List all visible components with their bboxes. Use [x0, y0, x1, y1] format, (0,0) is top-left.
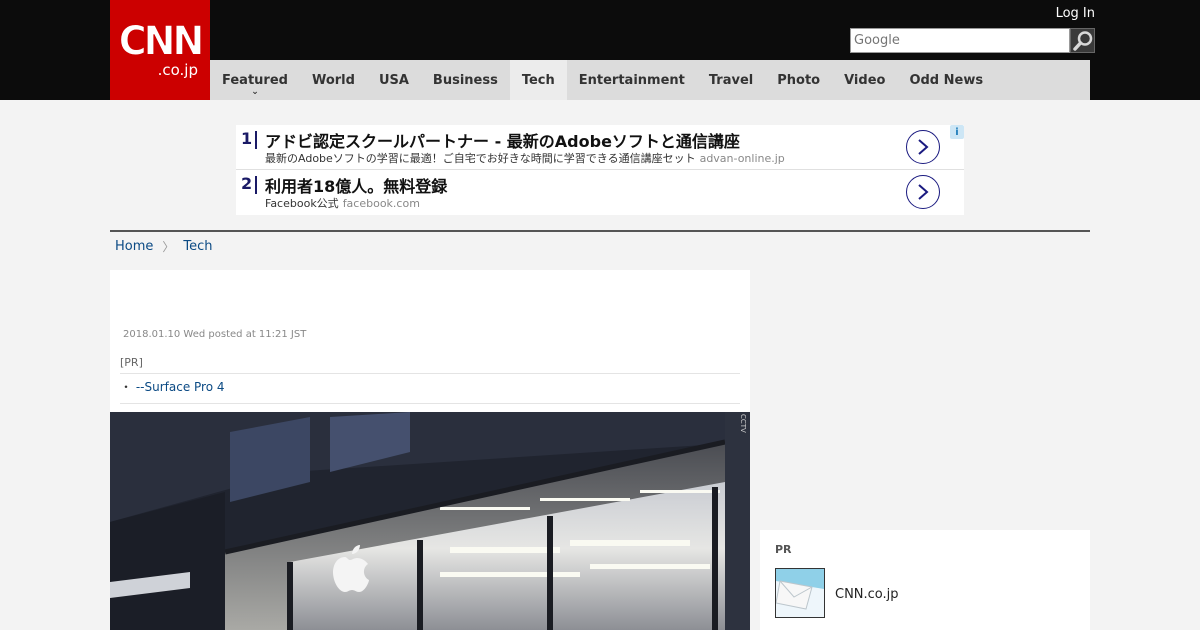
chevron-right-icon — [918, 184, 929, 200]
article-photo: CCTV — [110, 412, 750, 630]
search-button[interactable] — [1070, 28, 1095, 53]
breadcrumb-divider — [110, 230, 1090, 232]
nav-label: Travel — [708, 72, 754, 88]
article-date: 2018.01.10 Wed posted at 11:21 JST — [123, 329, 307, 340]
chevron-right-icon — [918, 139, 929, 155]
ad-arrow-button[interactable] — [906, 175, 940, 209]
breadcrumb-home[interactable]: Home — [115, 239, 153, 254]
nav-item-world[interactable]: World — [300, 60, 367, 100]
ad-domain: advan-online.jp — [699, 152, 785, 165]
logo-main-text: CNN — [118, 17, 204, 65]
nav-item-entertainment[interactable]: Entertainment — [567, 60, 697, 100]
ad-title[interactable]: アドビ認定スクールパートナー - 最新のAdobeソフトと通信講座 — [265, 128, 740, 152]
breadcrumb-tech[interactable]: Tech — [183, 239, 212, 254]
nav-item-travel[interactable]: Travel — [697, 60, 765, 100]
sidebar-pr-label: PR — [775, 543, 792, 556]
ad-row[interactable]: 2 利用者18億人。無料登録 Facebook公式 facebook.com — [236, 170, 964, 215]
sidebar-thumbnail[interactable] — [775, 568, 825, 618]
chevron-down-icon: ⌄ — [251, 87, 259, 97]
pr-box: [PR] ・ --Surface Pro 4 — [120, 356, 740, 404]
ad-title[interactable]: 利用者18億人。無料登録 — [265, 173, 447, 197]
ad-block: i 1 アドビ認定スクールパートナー - 最新のAdobeソフトと通信講座 最新… — [236, 125, 964, 215]
nav-label: Business — [432, 72, 498, 88]
pr-item: ・ --Surface Pro 4 — [120, 374, 740, 404]
search-box — [850, 28, 1095, 53]
nav-label: Odd News — [909, 72, 984, 88]
nav-label: USA — [378, 72, 409, 88]
nav-item-usa[interactable]: USA — [367, 60, 421, 100]
nav-label: Video — [844, 72, 886, 88]
search-icon — [1072, 30, 1092, 51]
ad-divider — [255, 131, 257, 149]
nav-item-tech[interactable]: Tech — [509, 60, 567, 100]
nav-label: Entertainment — [578, 72, 685, 88]
ad-row[interactable]: 1 アドビ認定スクールパートナー - 最新のAdobeソフトと通信講座 最新のA… — [236, 125, 964, 170]
ad-number: 1 — [241, 129, 253, 148]
nav-item-photo[interactable]: Photo — [765, 60, 832, 100]
pr-label: [PR] — [120, 356, 740, 374]
nav-item-featured[interactable]: Featured ⌄ — [210, 60, 300, 100]
nav-label: Featured — [222, 72, 288, 88]
search-input[interactable] — [850, 28, 1070, 53]
ad-divider — [255, 176, 257, 194]
article-card: 2018.01.10 Wed posted at 11:21 JST [PR] … — [110, 270, 750, 630]
apple-store-image — [110, 412, 750, 630]
ad-description: Facebook公式 facebook.com — [265, 195, 420, 211]
main-nav: Featured ⌄ World USA Business Tech Enter… — [210, 60, 1090, 100]
login-link[interactable]: Log In — [1056, 6, 1095, 21]
nav-label: Tech — [521, 72, 555, 88]
envelope-icon — [776, 569, 824, 610]
ad-domain: facebook.com — [342, 197, 420, 210]
chevron-right-icon: 〉 — [162, 240, 175, 254]
nav-item-business[interactable]: Business — [421, 60, 510, 100]
breadcrumb: Home 〉 Tech — [115, 238, 213, 255]
sidebar-pr-box: PR CNN.co.jp — [760, 530, 1090, 630]
nav-label: World — [311, 72, 355, 88]
nav-item-odd-news[interactable]: Odd News — [897, 60, 995, 100]
ad-desc-text: 最新のAdobeソフトの学習に最適！ご自宅でお好きな時間に学習できる通信講座セッ… — [265, 152, 696, 165]
nav-item-video[interactable]: Video — [832, 60, 897, 100]
ad-description: 最新のAdobeソフトの学習に最適！ご自宅でお好きな時間に学習できる通信講座セッ… — [265, 150, 785, 166]
cnn-logo[interactable]: CNN .co.jp — [110, 0, 210, 100]
sidebar-item-text[interactable]: CNN.co.jp — [835, 587, 899, 602]
bullet: ・ — [120, 380, 133, 394]
pr-link[interactable]: --Surface Pro 4 — [136, 380, 225, 394]
ad-arrow-button[interactable] — [906, 130, 940, 164]
ad-desc-text: Facebook公式 — [265, 197, 339, 210]
ad-number: 2 — [241, 174, 253, 193]
nav-label: Photo — [777, 72, 821, 88]
photo-credit: CCTV — [739, 414, 747, 433]
